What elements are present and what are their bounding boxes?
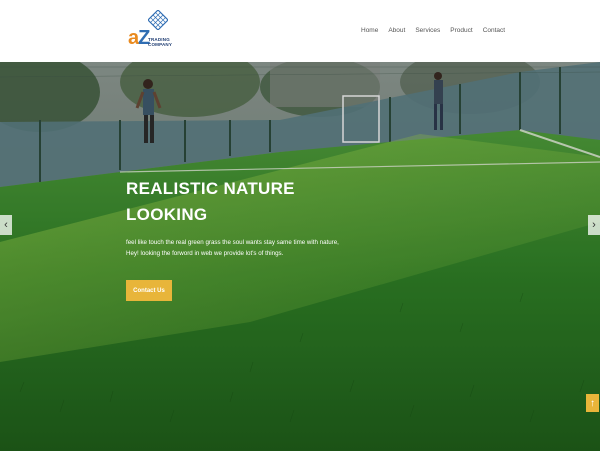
- logo-letters: aZ: [128, 27, 150, 49]
- logo-diamond-icon: [148, 10, 168, 30]
- logo-subtitle: TRADING COMPANY: [148, 37, 172, 47]
- hero-slider: REALISTIC NATURE LOOKING feel like touch…: [0, 62, 600, 451]
- hero-title-line1: REALISTIC NATURE: [126, 179, 295, 198]
- hero-description-line2: Hey! looking the forword in web we provi…: [126, 250, 284, 257]
- logo-letter-a: a: [128, 27, 139, 49]
- hero-title-line2: LOOKING: [126, 205, 208, 224]
- slider-next-button[interactable]: ›: [588, 215, 600, 235]
- nav-item-product[interactable]: Product: [450, 27, 472, 34]
- hero-description: feel like touch the real green grass the…: [126, 237, 366, 259]
- back-to-top-button[interactable]: ↑: [586, 394, 599, 412]
- nav-item-home[interactable]: Home: [361, 27, 378, 34]
- nav-item-contact[interactable]: Contact: [483, 27, 505, 34]
- chevron-right-icon: ›: [592, 219, 596, 231]
- hero-description-line1: feel like touch the real green grass the…: [126, 239, 339, 246]
- contact-us-button[interactable]: Contact Us: [126, 280, 172, 301]
- nav-item-about[interactable]: About: [388, 27, 405, 34]
- slider-prev-button[interactable]: ‹: [0, 215, 12, 235]
- nav-item-services[interactable]: Services: [415, 27, 440, 34]
- site-header: aZ TRADING COMPANY Home About Services P…: [0, 0, 600, 62]
- brand-logo[interactable]: aZ TRADING COMPANY: [126, 8, 176, 50]
- logo-subtitle-line2: COMPANY: [148, 42, 173, 47]
- arrow-up-icon: ↑: [590, 397, 595, 409]
- main-nav: Home About Services Product Contact: [361, 27, 515, 34]
- hero-title: REALISTIC NATURE LOOKING: [126, 176, 326, 228]
- chevron-left-icon: ‹: [4, 219, 8, 231]
